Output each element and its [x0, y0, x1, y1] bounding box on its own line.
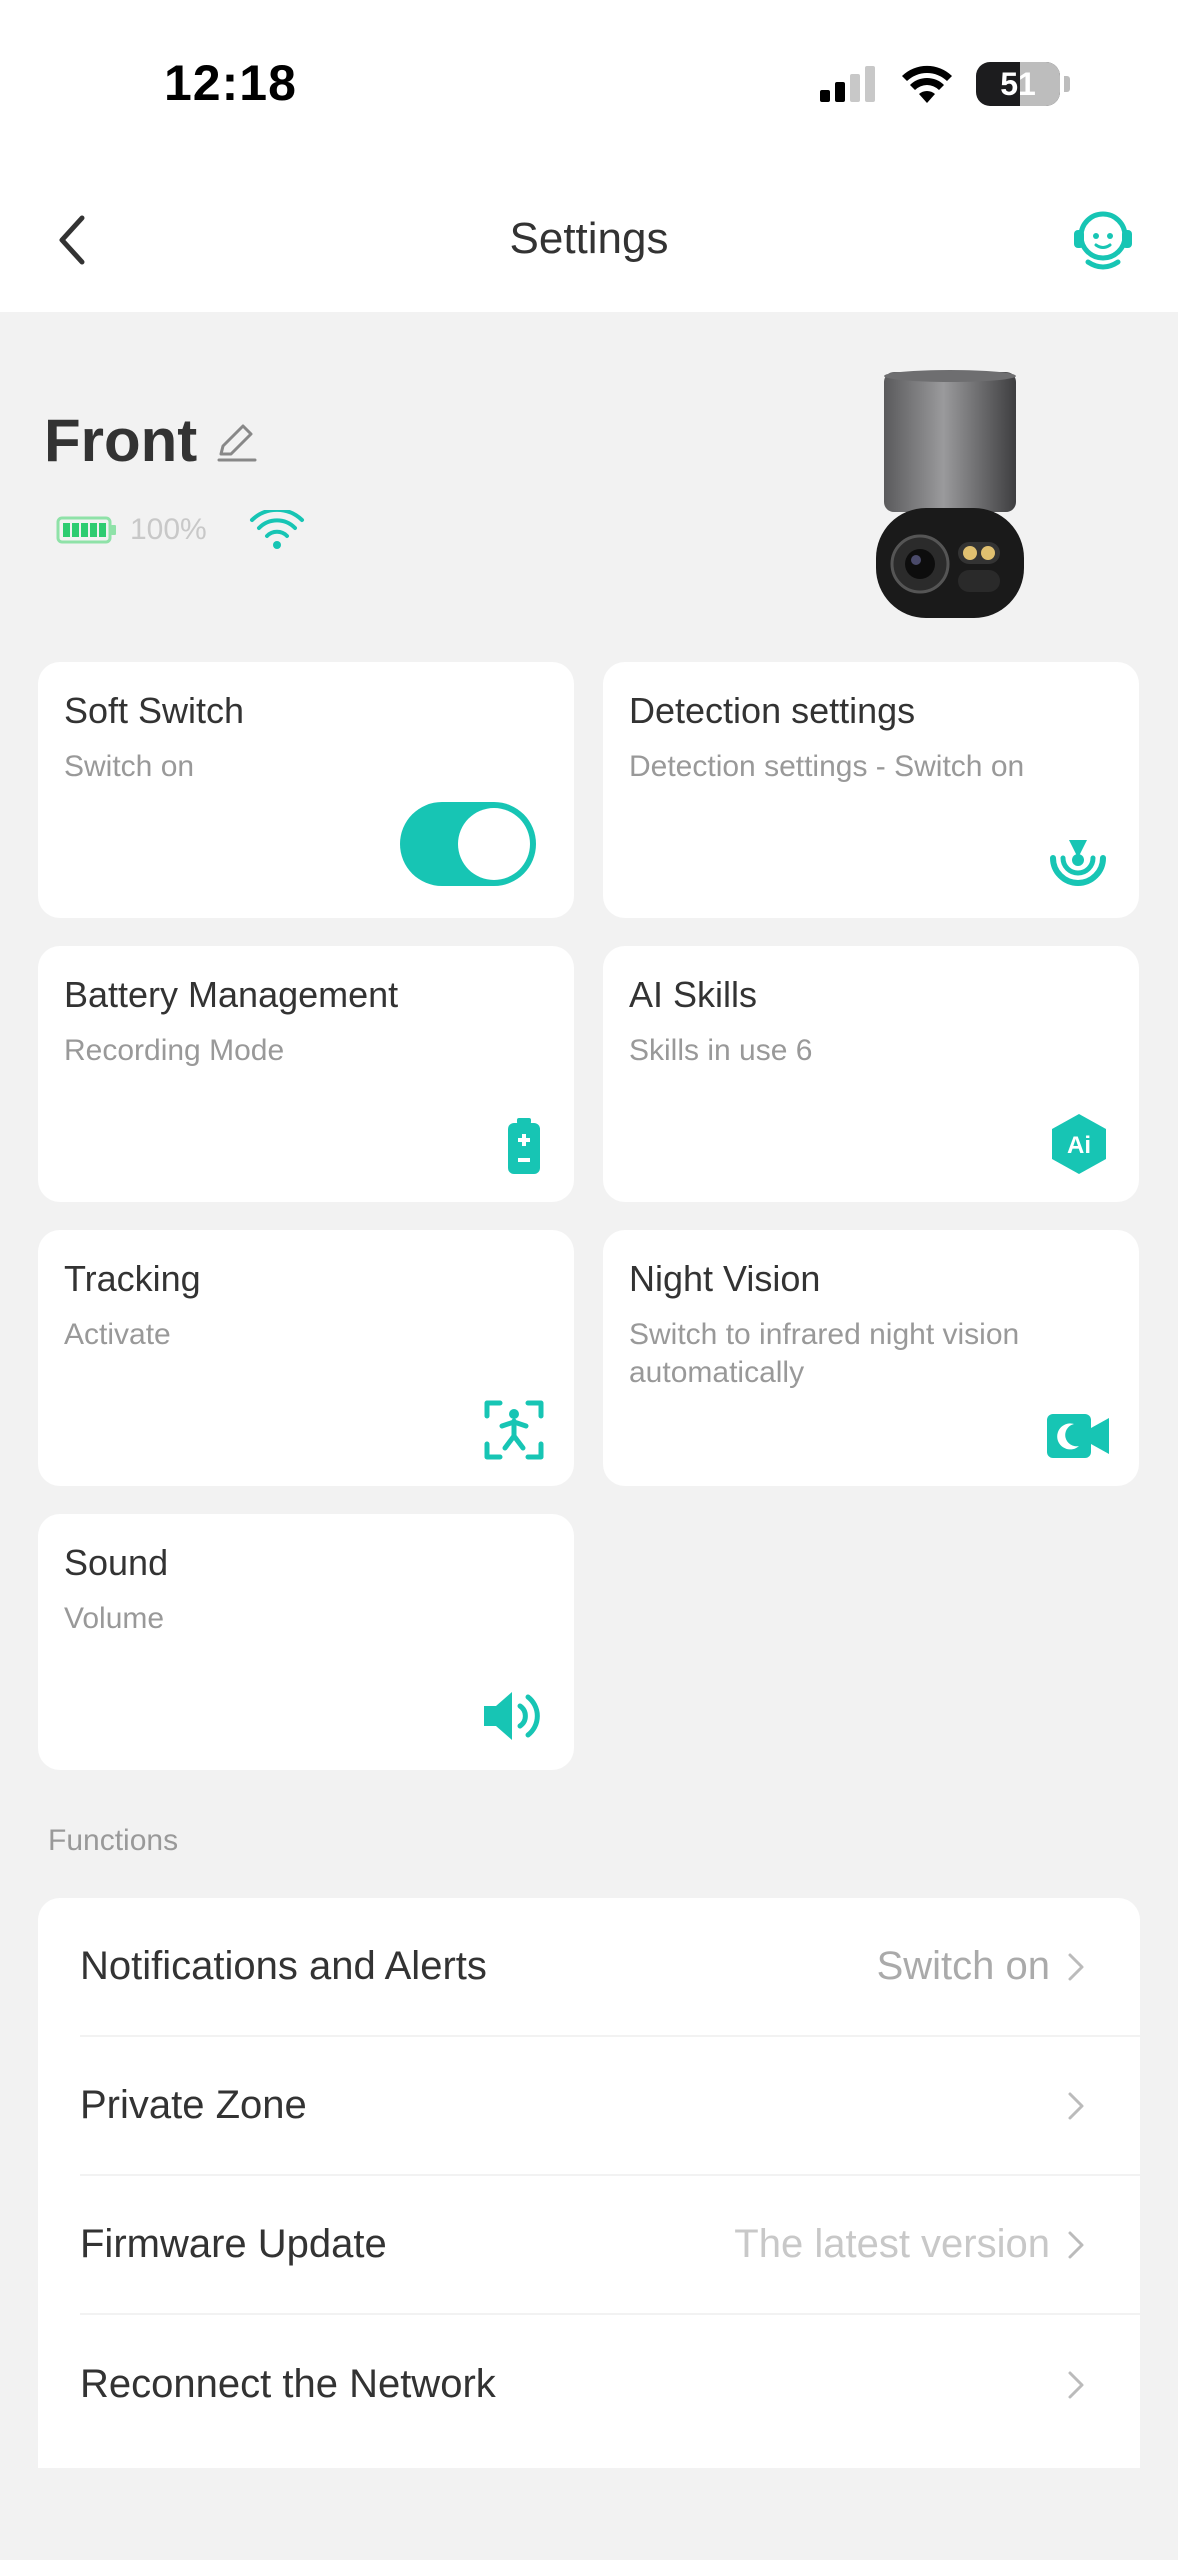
card-title: Soft Switch: [64, 690, 245, 731]
list-item-private-zone[interactable]: Private Zone: [80, 2037, 1140, 2176]
list-item-firmware-update[interactable]: Firmware Update The latest version: [80, 2176, 1140, 2315]
list-item-label: Reconnect the Network: [80, 2362, 496, 2406]
detection-icon: [1050, 840, 1106, 886]
soft-switch-toggle[interactable]: [400, 802, 536, 886]
status-battery-icon: 51: [976, 62, 1060, 106]
card-subtitle: Detection settings - Switch on: [629, 750, 1025, 783]
status-icons: 51: [818, 62, 1070, 106]
ai-icon: Ai: [1052, 1114, 1106, 1174]
chevron-right-icon: [1068, 2092, 1084, 2119]
toggle-knob: [458, 808, 530, 880]
functions-section-label: Functions: [48, 1824, 179, 1857]
device-status-row: 100%: [56, 510, 305, 550]
device-name: Front: [44, 407, 198, 474]
card-title: Battery Management: [64, 974, 399, 1015]
card-subtitle: Skills in use 6: [629, 1034, 813, 1067]
night-vision-icon: [1047, 1414, 1109, 1458]
card-subtitle: Switch on: [64, 750, 195, 783]
page-title: Settings: [509, 214, 669, 263]
card-soft-switch[interactable]: Soft Switch Switch on: [38, 662, 574, 918]
battery-nub: [1064, 76, 1070, 92]
card-night-vision[interactable]: Night Vision Switch to infrared night vi…: [603, 1230, 1139, 1486]
card-title: Detection settings: [629, 690, 916, 731]
customer-support-icon[interactable]: [1068, 204, 1138, 274]
chevron-right-icon: [1068, 1953, 1084, 1980]
card-subtitle: Volume: [64, 1602, 165, 1635]
camera-device-image: [876, 370, 1024, 618]
speaker-icon: [484, 1692, 540, 1740]
tracking-icon: [484, 1400, 544, 1460]
device-name-row: Front: [44, 406, 259, 475]
list-item-value: The latest version: [734, 2222, 1050, 2266]
card-subtitle: Recording Mode: [64, 1034, 285, 1067]
ai-icon-text: Ai: [1067, 1132, 1091, 1159]
list-item-label: Notifications and Alerts: [80, 1944, 487, 1988]
card-sound[interactable]: Sound Volume: [38, 1514, 574, 1770]
functions-list: Notifications and Alerts Switch on Priva…: [38, 1898, 1140, 2468]
card-tracking[interactable]: Tracking Activate: [38, 1230, 574, 1486]
chevron-right-icon: [1068, 2371, 1084, 2398]
wifi-status-icon: [902, 65, 952, 103]
list-item-reconnect-network[interactable]: Reconnect the Network: [80, 2315, 1140, 2454]
card-title: Night Vision: [629, 1258, 821, 1299]
card-title: Tracking: [64, 1258, 201, 1299]
list-item-notifications-alerts[interactable]: Notifications and Alerts Switch on: [80, 1898, 1140, 2037]
edit-pencil-icon[interactable]: [213, 418, 259, 464]
header-area: 12:18 51 Settings: [0, 0, 1178, 312]
chevron-right-icon: [1068, 2231, 1084, 2258]
device-battery-percent: 100%: [130, 513, 207, 546]
device-battery-icon: [56, 516, 116, 544]
cellular-signal-icon: [820, 66, 875, 102]
status-battery-level: 51: [1000, 65, 1036, 102]
list-item-label: Firmware Update: [80, 2222, 387, 2266]
card-subtitle: Switch to infrared night vision automati…: [629, 1318, 1020, 1389]
card-title: AI Skills: [629, 974, 758, 1015]
card-detection-settings[interactable]: Detection settings Detection settings - …: [603, 662, 1139, 918]
card-title: Sound: [64, 1542, 169, 1583]
card-subtitle: Activate: [64, 1318, 171, 1351]
card-battery-management[interactable]: Battery Management Recording Mode: [38, 946, 574, 1202]
battery-icon: [508, 1118, 540, 1174]
card-ai-skills[interactable]: AI Skills Skills in use 6 Ai: [603, 946, 1139, 1202]
list-item-label: Private Zone: [80, 2083, 307, 2127]
status-time: 12:18: [164, 55, 297, 111]
device-wifi-icon: [249, 510, 304, 549]
list-item-value: Switch on: [876, 1944, 1050, 1988]
